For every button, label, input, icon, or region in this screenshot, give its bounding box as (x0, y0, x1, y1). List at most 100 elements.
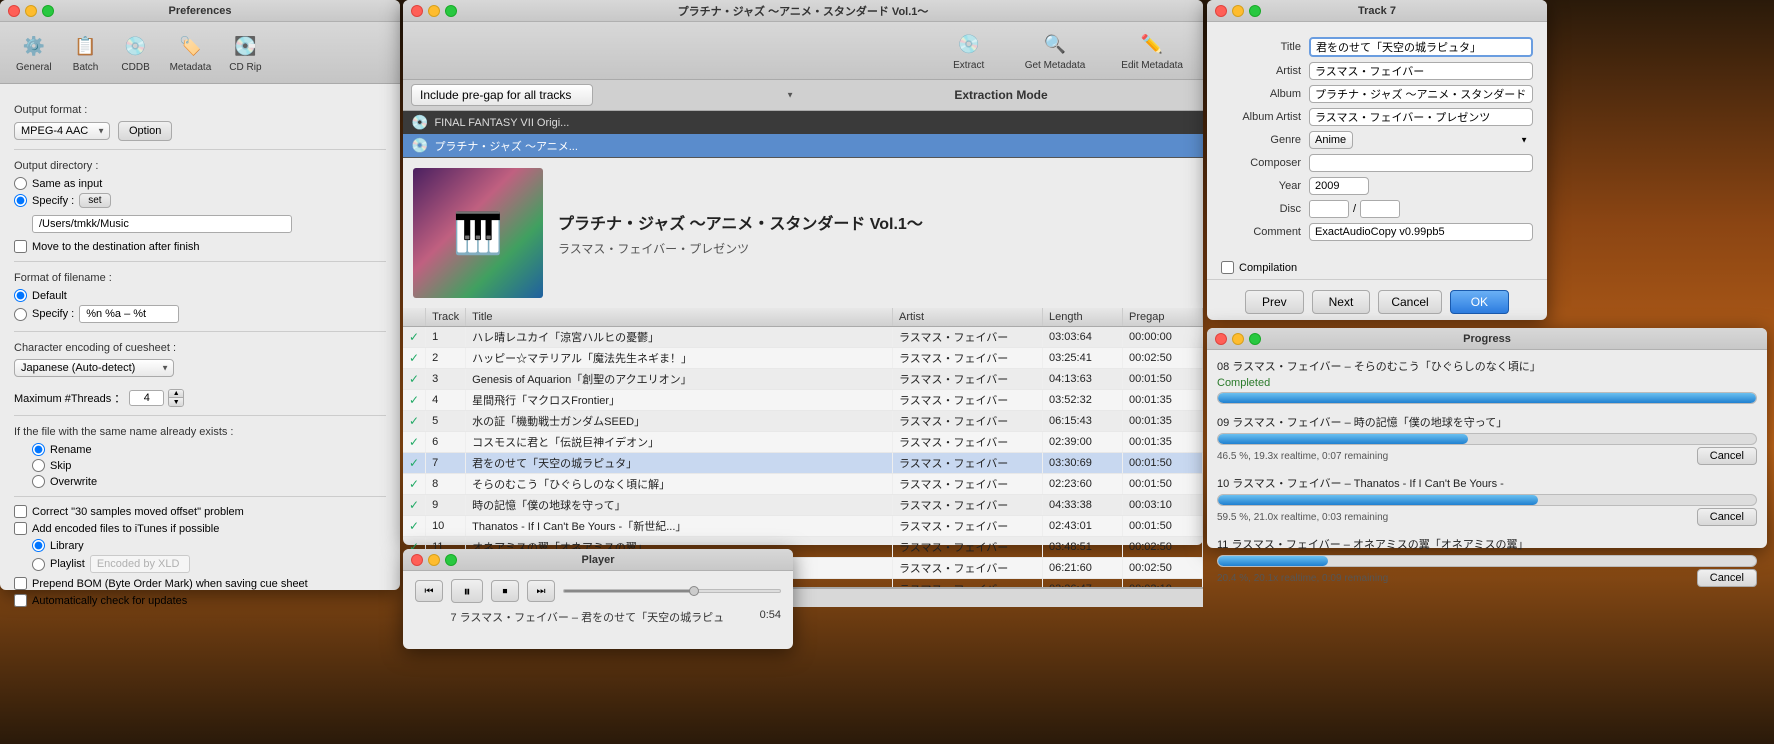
play-pause-button[interactable]: ⏸ (451, 579, 483, 603)
track-check-2[interactable]: ✓ (403, 369, 426, 390)
path-field[interactable] (32, 215, 292, 233)
next-track-button[interactable]: ⏭ (527, 580, 555, 602)
zoom-button[interactable] (42, 5, 54, 17)
table-row[interactable]: ✓ 1 ハレ晴レユカイ「涼宮ハルヒの憂鬱」 ラスマス・フェイバー 03:03:6… (403, 327, 1203, 348)
same-as-input-input[interactable] (14, 177, 27, 190)
stop-button[interactable]: ⏹ (491, 580, 519, 602)
edit-metadata-button[interactable]: ✏️ Edit Metadata (1113, 26, 1191, 75)
comment-input[interactable] (1309, 223, 1533, 241)
close-button[interactable] (8, 5, 20, 17)
specify-fmt-input[interactable] (14, 308, 27, 321)
encoding-select[interactable]: Japanese (Auto-detect) (14, 359, 174, 377)
track-check-0[interactable]: ✓ (403, 327, 426, 348)
playlist-field[interactable] (90, 555, 190, 573)
year-input[interactable] (1309, 177, 1369, 195)
table-row[interactable]: ✓ 7 君をのせて「天空の城ラピュタ」 ラスマス・フェイバー 03:30:69 … (403, 453, 1203, 474)
main-close[interactable] (411, 5, 423, 17)
table-row[interactable]: ✓ 10 Thanatos - If I Can't Be Yours -「新世… (403, 516, 1203, 537)
track-check-6[interactable]: ✓ (403, 453, 426, 474)
track-check-1[interactable]: ✓ (403, 348, 426, 369)
progress-zoom[interactable] (1249, 333, 1261, 345)
rename-radio: Rename (32, 443, 386, 456)
extract-button[interactable]: 💿 Extract (941, 26, 997, 75)
extraction-select[interactable]: Include pre-gap for all tracks (411, 84, 593, 106)
track7-close[interactable] (1215, 5, 1227, 17)
table-row[interactable]: ✓ 4 星間飛行「マクロスFrontier」 ラスマス・フェイバー 03:52:… (403, 390, 1203, 411)
scrubber[interactable] (563, 589, 781, 593)
track-check-4[interactable]: ✓ (403, 411, 426, 432)
player-minimize[interactable] (428, 554, 440, 566)
composer-input[interactable] (1309, 154, 1533, 172)
player-zoom[interactable] (445, 554, 457, 566)
table-row[interactable]: ✓ 5 水の証「機動戦士ガンダムSEED」 ラスマス・フェイバー 06:15:4… (403, 411, 1203, 432)
option-button[interactable]: Option (118, 121, 172, 141)
auto-check-input[interactable] (14, 594, 27, 607)
toolbar-cddb[interactable]: 💿 CDDB (112, 28, 160, 77)
track-check-8[interactable]: ✓ (403, 495, 426, 516)
threads-field[interactable] (129, 390, 164, 406)
specify-radio-input[interactable] (14, 194, 27, 207)
progress-minimize[interactable] (1232, 333, 1244, 345)
move-checkbox-input[interactable] (14, 240, 27, 253)
table-row[interactable]: ✓ 6 コスモスに君と「伝説巨神イデオン」 ラスマス・フェイバー 02:39:0… (403, 432, 1203, 453)
artist-input[interactable] (1309, 62, 1533, 80)
track-num-8: 9 (426, 495, 466, 516)
player-close[interactable] (411, 554, 423, 566)
threads-stepper[interactable]: ▲ ▼ (168, 389, 184, 407)
table-row[interactable]: ✓ 8 そらのむこう「ひぐらしのなく頃に解」 ラスマス・フェイバー 02:23:… (403, 474, 1203, 495)
album-input[interactable] (1309, 85, 1533, 103)
ok-button[interactable]: OK (1450, 290, 1509, 314)
table-row[interactable]: ✓ 3 Genesis of Aquarion「創聖のアクエリオン」 ラスマス・… (403, 369, 1203, 390)
minimize-button[interactable] (25, 5, 37, 17)
stepper-down[interactable]: ▼ (169, 398, 183, 406)
next-button[interactable]: Next (1312, 290, 1371, 314)
skip-input[interactable] (32, 459, 45, 472)
correct-offset-input[interactable] (14, 505, 27, 518)
library-input[interactable] (32, 539, 45, 552)
rename-input[interactable] (32, 443, 45, 456)
prev-track-button[interactable]: ⏮ (415, 580, 443, 602)
add-itunes-input[interactable] (14, 522, 27, 535)
main-minimize[interactable] (428, 5, 440, 17)
encoding-section: Character encoding of cuesheet : (14, 342, 386, 354)
track7-zoom[interactable] (1249, 5, 1261, 17)
overwrite-input[interactable] (32, 475, 45, 488)
format-select[interactable]: MPEG-4 AAC (14, 122, 110, 140)
toolbar-general[interactable]: ⚙️ General (8, 28, 60, 77)
album-artist-input[interactable] (1309, 108, 1533, 126)
file-item-1[interactable]: 💿 プラチナ・ジャズ ～アニメ... (403, 134, 1203, 157)
playlist-input[interactable] (32, 558, 45, 571)
cancel-button[interactable]: Cancel (1378, 290, 1441, 314)
track-check-7[interactable]: ✓ (403, 474, 426, 495)
set-button[interactable]: set (79, 193, 110, 208)
track7-minimize[interactable] (1232, 5, 1244, 17)
compilation-checkbox[interactable] (1221, 261, 1234, 274)
disc-input-1[interactable] (1309, 200, 1349, 218)
progress-close[interactable] (1215, 333, 1227, 345)
table-row[interactable]: ✓ 2 ハッピー☆マテリアル「魔法先生ネギま！」 ラスマス・フェイバー 03:2… (403, 348, 1203, 369)
default-radio-input[interactable] (14, 289, 27, 302)
stepper-up[interactable]: ▲ (169, 390, 183, 398)
track-check-5[interactable]: ✓ (403, 432, 426, 453)
table-row[interactable]: ✓ 9 時の記憶「僕の地球を守って」 ラスマス・フェイバー 04:33:38 0… (403, 495, 1203, 516)
file-item-0[interactable]: 💿 FINAL FANTASY VII Origi... (403, 111, 1203, 134)
track-check-3[interactable]: ✓ (403, 390, 426, 411)
genre-select[interactable]: Anime (1309, 131, 1353, 149)
format-string-field[interactable] (79, 305, 179, 323)
main-zoom[interactable] (445, 5, 457, 17)
prepend-bom-input[interactable] (14, 577, 27, 590)
get-metadata-button[interactable]: 🔍 Get Metadata (1017, 26, 1094, 75)
toolbar-batch[interactable]: 📋 Batch (62, 28, 110, 77)
cancel-btn-2[interactable]: Cancel (1697, 508, 1757, 526)
prev-button[interactable]: Prev (1245, 290, 1304, 314)
toolbar-metadata[interactable]: 🏷️ Metadata (162, 28, 220, 77)
cancel-btn-1[interactable]: Cancel (1697, 447, 1757, 465)
cancel-btn-3[interactable]: Cancel (1697, 569, 1757, 587)
disc-input-2[interactable] (1360, 200, 1400, 218)
track-pregap-8: 00:03:10 (1123, 495, 1203, 516)
genre-label: Genre (1221, 134, 1301, 146)
title-input[interactable] (1309, 37, 1533, 57)
track-check-9[interactable]: ✓ (403, 516, 426, 537)
toolbar-cd-rip[interactable]: 💽 CD Rip (221, 28, 269, 77)
track-table-scroll[interactable]: Track Title Artist Length Pregap ✓ 1 ハレ晴… (403, 308, 1203, 588)
